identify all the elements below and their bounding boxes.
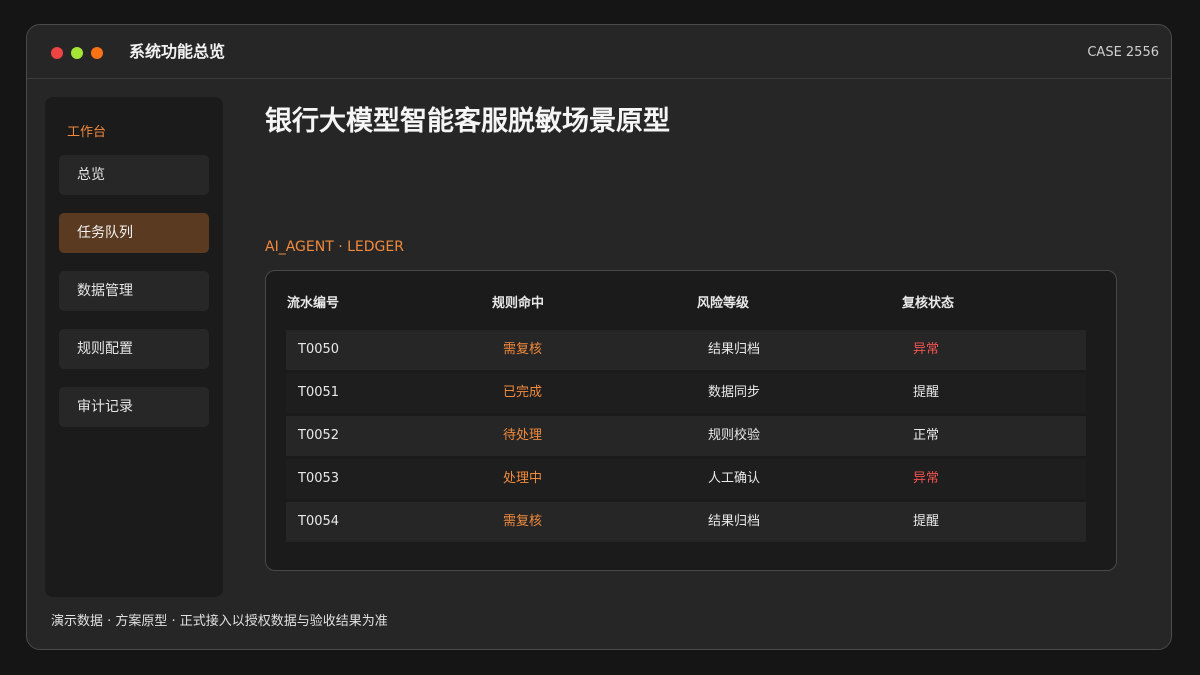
case-id-label: CASE 2556 — [1087, 45, 1159, 60]
column-header-risk: 风险等级 — [697, 296, 750, 311]
page-title: 银行大模型智能客服脱敏场景原型 — [265, 106, 670, 137]
sidebar-item-task-queue[interactable]: 任务队列 — [59, 213, 209, 253]
sidebar-item-label: 规则配置 — [77, 341, 133, 357]
column-header-status: 复核状态 — [902, 296, 955, 311]
footer-note: 演示数据 · 方案原型 · 正式接入以授权数据与验收结果为准 — [51, 614, 388, 629]
cell-rule: 待处理 — [503, 428, 543, 443]
app-window: 系统功能总览 CASE 2556 工作台 总览 任务队列 数据管理 规则配置 审… — [26, 24, 1172, 650]
sidebar-item-label: 审计记录 — [77, 399, 133, 415]
cell-id: T0052 — [298, 428, 340, 443]
sidebar-item-label: 数据管理 — [77, 283, 133, 299]
title-bar: 系统功能总览 CASE 2556 — [27, 25, 1171, 79]
cell-id: T0053 — [298, 471, 340, 486]
cell-risk: 结果归档 — [708, 342, 761, 357]
cell-id: T0051 — [298, 385, 340, 400]
ledger-table: 流水编号 规则命中 风险等级 复核状态 T0050 需复核 结果归档 异常 T0… — [265, 270, 1117, 571]
cell-id: T0050 — [298, 342, 340, 357]
cell-rule: 已完成 — [503, 385, 543, 400]
table-row[interactable]: T0054 需复核 结果归档 提醒 — [286, 502, 1086, 542]
cell-status: 提醒 — [913, 385, 940, 400]
cell-status: 异常 — [913, 342, 940, 357]
sidebar-item-data-management[interactable]: 数据管理 — [59, 271, 209, 311]
minimize-window-button[interactable] — [71, 47, 83, 59]
table-row[interactable]: T0052 待处理 规则校验 正常 — [286, 416, 1086, 456]
sidebar-heading: 工作台 — [67, 125, 107, 140]
cell-rule: 处理中 — [503, 471, 543, 486]
section-label: AI_AGENT · LEDGER — [265, 239, 404, 255]
cell-risk: 规则校验 — [708, 428, 761, 443]
table-row[interactable]: T0053 处理中 人工确认 异常 — [286, 459, 1086, 499]
column-header-rule: 规则命中 — [492, 296, 545, 311]
close-window-button[interactable] — [51, 47, 63, 59]
sidebar-item-overview[interactable]: 总览 — [59, 155, 209, 195]
cell-risk: 人工确认 — [708, 471, 761, 486]
maximize-window-button[interactable] — [91, 47, 103, 59]
sidebar-item-audit-log[interactable]: 审计记录 — [59, 387, 209, 427]
cell-id: T0054 — [298, 514, 340, 529]
column-header-id: 流水编号 — [287, 296, 340, 311]
window-title: 系统功能总览 — [129, 42, 226, 61]
cell-rule: 需复核 — [503, 514, 543, 529]
cell-rule: 需复核 — [503, 342, 543, 357]
table-row[interactable]: T0051 已完成 数据同步 提醒 — [286, 373, 1086, 413]
cell-status: 正常 — [913, 428, 940, 443]
table-row[interactable]: T0050 需复核 结果归档 异常 — [286, 330, 1086, 370]
sidebar: 工作台 总览 任务队列 数据管理 规则配置 审计记录 — [45, 97, 223, 597]
cell-risk: 结果归档 — [708, 514, 761, 529]
sidebar-item-label: 任务队列 — [77, 225, 133, 241]
cell-status: 异常 — [913, 471, 940, 486]
sidebar-item-label: 总览 — [77, 167, 105, 183]
sidebar-item-rule-config[interactable]: 规则配置 — [59, 329, 209, 369]
cell-status: 提醒 — [913, 514, 940, 529]
cell-risk: 数据同步 — [708, 385, 761, 400]
